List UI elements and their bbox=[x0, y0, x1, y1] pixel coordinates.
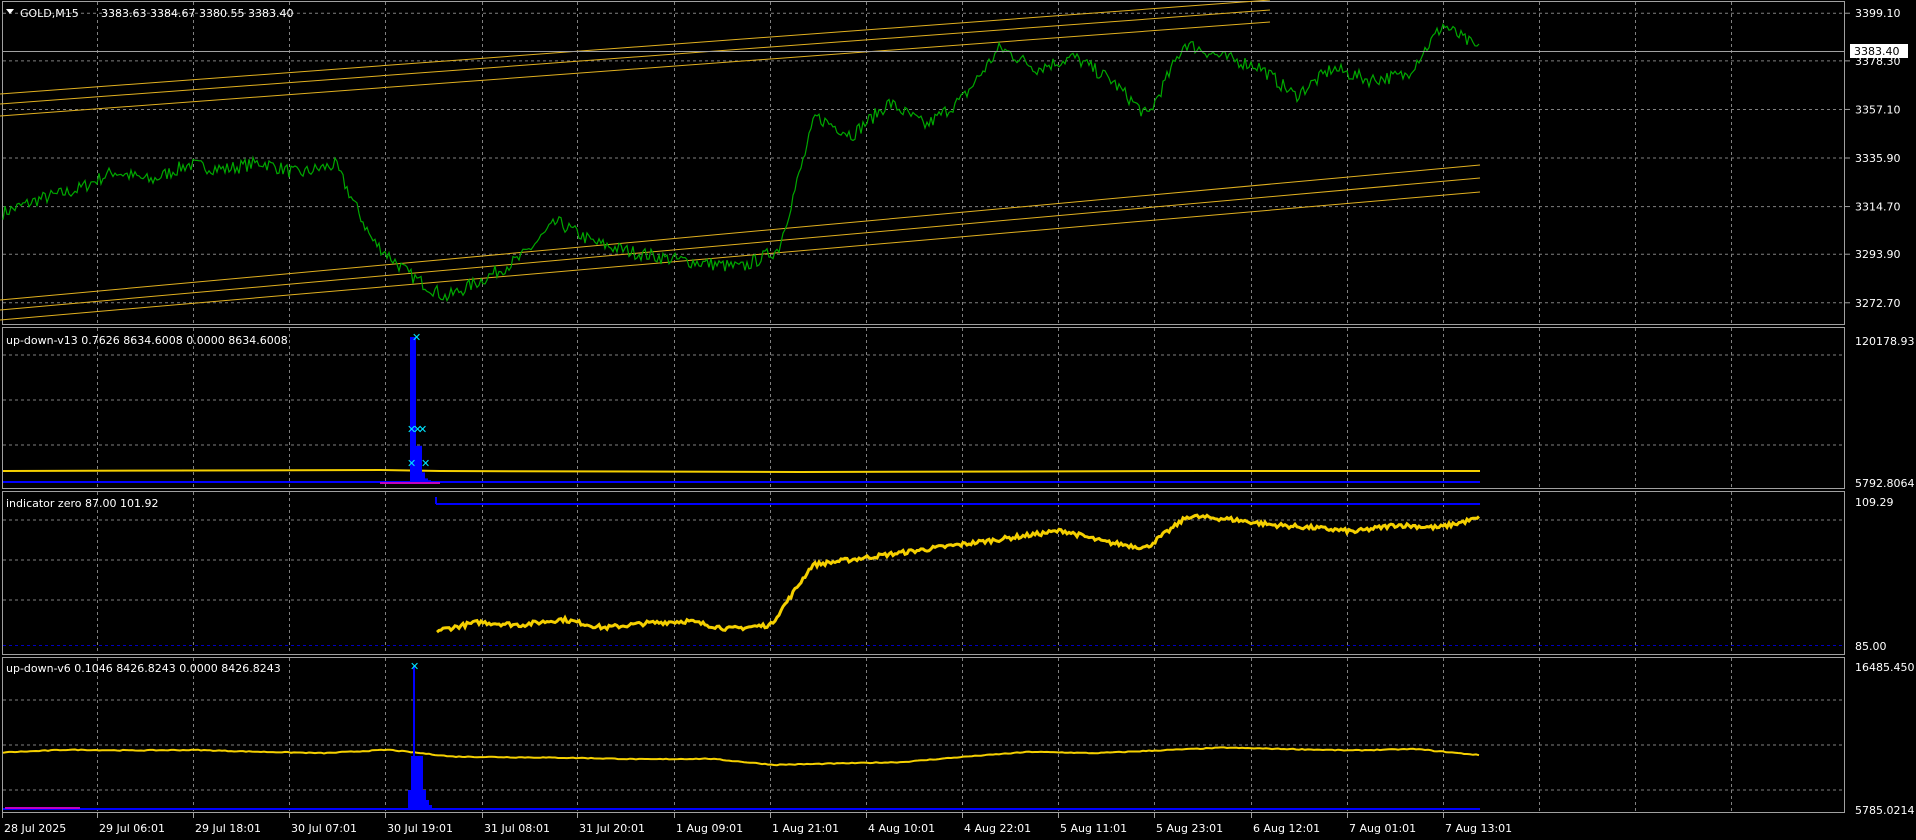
time-label: 30 Jul 19:01 bbox=[387, 822, 453, 835]
cross-marker-icon: ✕ bbox=[418, 423, 427, 436]
histogram-bar bbox=[420, 756, 423, 809]
histogram-bar bbox=[429, 805, 432, 809]
pane1-bottom-value: 5792.8064 bbox=[1855, 477, 1915, 490]
price-label: 3314.70 bbox=[1855, 201, 1901, 214]
pane2-top-value: 109.29 bbox=[1855, 496, 1894, 509]
cross-marker-icon: ✕ bbox=[412, 331, 421, 344]
pane3-label: up-down-v6 0.1046 8426.8243 0.0000 8426.… bbox=[6, 662, 281, 675]
time-label: 4 Aug 22:01 bbox=[964, 822, 1031, 835]
time-label: 5 Aug 11:01 bbox=[1060, 822, 1127, 835]
time-label: 31 Jul 08:01 bbox=[484, 822, 550, 835]
time-label: 1 Aug 09:01 bbox=[676, 822, 743, 835]
histogram-bar bbox=[416, 445, 419, 482]
cross-marker-icon: ✕ bbox=[407, 457, 416, 470]
time-label: 29 Jul 06:01 bbox=[99, 822, 165, 835]
time-label: 30 Jul 07:01 bbox=[291, 822, 357, 835]
up-down-v6-histogram bbox=[408, 666, 432, 809]
main-price-pane[interactable]: GOLD,M15 3383.63 3384.67 3380.55 3383.40… bbox=[0, 0, 1908, 321]
histogram-bar bbox=[426, 800, 429, 809]
time-label: 28 Jul 2025 bbox=[4, 822, 66, 835]
channel-line bbox=[0, 191, 1481, 321]
time-label: 4 Aug 10:01 bbox=[868, 822, 935, 835]
histogram-bar bbox=[423, 790, 426, 809]
channel-line bbox=[0, 21, 1271, 117]
time-label: 6 Aug 12:01 bbox=[1253, 822, 1320, 835]
time-label: 29 Jul 18:01 bbox=[195, 822, 261, 835]
price-label: 3378.30 bbox=[1855, 55, 1901, 68]
cross-marker-icon: ✕ bbox=[421, 457, 430, 470]
price-series bbox=[2, 22, 1480, 303]
channel-line bbox=[0, 177, 1481, 311]
main-ohlc-values: 3383.63 3384.67 3380.55 3383.40 bbox=[101, 7, 293, 20]
pane2-label: indicator zero 87.00 101.92 bbox=[6, 497, 158, 510]
up-down-v13-line bbox=[2, 468, 1480, 474]
up-down-v6-line bbox=[2, 746, 1480, 767]
time-axis: 28 Jul 2025 29 Jul 06:01 29 Jul 18:01 30 Ju… bbox=[2, 813, 1512, 835]
pane2-bottom-value: 85.00 bbox=[1855, 640, 1887, 653]
pane3-top-value: 16485.450 bbox=[1855, 661, 1915, 674]
trend-channel-lines[interactable] bbox=[0, 0, 1481, 321]
price-label: 3357.10 bbox=[1855, 103, 1901, 116]
price-label: 3335.90 bbox=[1855, 152, 1901, 165]
indicator-zero-line bbox=[436, 513, 1481, 634]
histogram-bar bbox=[411, 756, 414, 809]
chart-window[interactable]: GOLD,M15 3383.63 3384.67 3380.55 3383.40… bbox=[0, 0, 1916, 840]
up-down-v6-markers: ✕ bbox=[410, 660, 419, 673]
time-label: 7 Aug 01:01 bbox=[1349, 822, 1416, 835]
histogram-bar bbox=[414, 756, 417, 809]
histogram-bar bbox=[425, 478, 428, 482]
pane1-top-value: 120178.93 bbox=[1855, 335, 1915, 348]
pane3-bottom-value: 5785.0214 bbox=[1855, 804, 1915, 817]
histogram-bar bbox=[422, 472, 425, 482]
channel-line bbox=[0, 9, 1271, 105]
pane1-label: up-down-v13 0.7626 8634.6008 0.0000 8634… bbox=[6, 334, 288, 347]
histogram-bar bbox=[408, 790, 411, 809]
time-label: 31 Jul 20:01 bbox=[579, 822, 645, 835]
cross-marker-icon: ✕ bbox=[410, 660, 419, 673]
histogram-bar bbox=[428, 480, 431, 482]
histogram-bar bbox=[417, 756, 420, 809]
price-label: 3272.70 bbox=[1855, 297, 1901, 310]
time-label: 7 Aug 13:01 bbox=[1445, 822, 1512, 835]
price-label: 3399.10 bbox=[1855, 7, 1901, 20]
main-symbol-label: GOLD,M15 bbox=[20, 7, 79, 20]
time-label: 1 Aug 21:01 bbox=[772, 822, 839, 835]
chart-menu-triangle-icon[interactable] bbox=[6, 9, 14, 14]
price-label: 3293.90 bbox=[1855, 248, 1901, 261]
time-label: 5 Aug 23:01 bbox=[1156, 822, 1223, 835]
channel-line bbox=[0, 164, 1481, 301]
